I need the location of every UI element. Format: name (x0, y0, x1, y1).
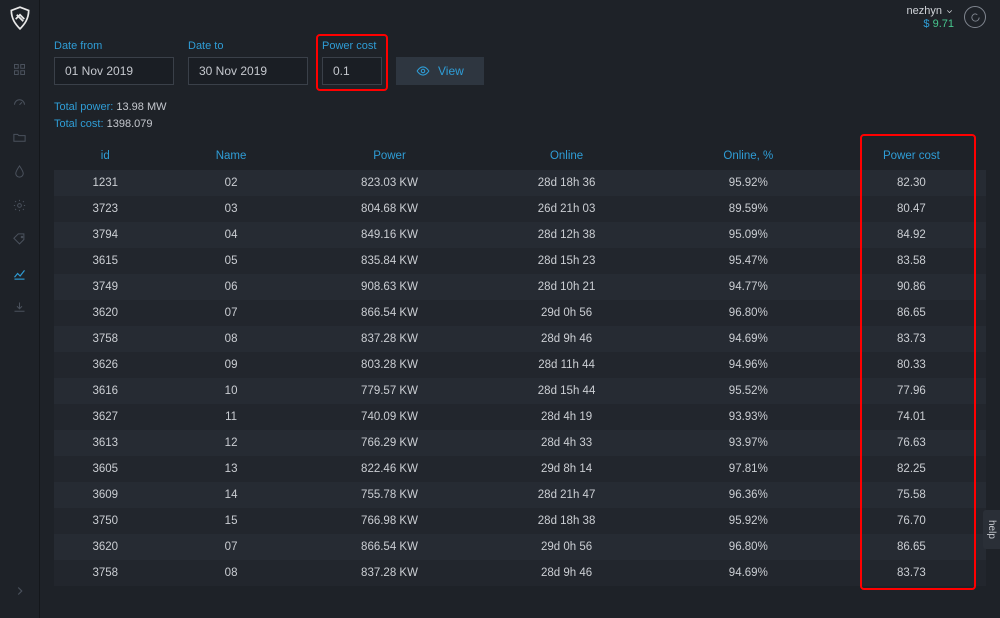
content: Date from Date to Power cost View Total … (40, 34, 1000, 618)
sidebar-item-dashboard[interactable] (0, 52, 40, 86)
col-online-pct[interactable]: Online, % (660, 142, 837, 170)
totals: Total power: 13.98 MW Total cost: 1398.0… (54, 99, 986, 132)
eye-icon (416, 64, 430, 78)
total-power-label: Total power: (54, 101, 113, 113)
total-power-value: 13.98 MW (116, 101, 166, 113)
table-row[interactable]: 362609803.28 KW28d 11h 4494.96%80.33 (54, 352, 986, 378)
report-table-wrap: id Name Power Online Online, % Power cos… (54, 142, 986, 586)
filters-row: Date from Date to Power cost View (54, 40, 986, 85)
table-row[interactable]: 362007866.54 KW29d 0h 5696.80%86.65 (54, 300, 986, 326)
table-row[interactable]: 375808837.28 KW28d 9h 4694.69%83.73 (54, 560, 986, 586)
power-cost-label: Power cost (322, 40, 382, 52)
table-row[interactable]: 360513822.46 KW29d 8h 1497.81%82.25 (54, 456, 986, 482)
col-name[interactable]: Name (157, 142, 306, 170)
power-cost-input[interactable] (322, 57, 382, 85)
col-id[interactable]: id (54, 142, 157, 170)
date-to-label: Date to (188, 40, 308, 52)
col-power-cost[interactable]: Power cost (837, 142, 986, 170)
header: nezhyn $ 9.71 (40, 0, 1000, 34)
table-row[interactable]: 123102823.03 KW28d 18h 3695.92%82.30 (54, 170, 986, 196)
help-tab[interactable]: help (983, 510, 1000, 549)
sidebar-item-tag[interactable] (0, 222, 40, 256)
date-from-label: Date from (54, 40, 174, 52)
table-row[interactable]: 379404849.16 KW28d 12h 3895.09%84.92 (54, 222, 986, 248)
table-row[interactable]: 361505835.84 KW28d 15h 2395.47%83.58 (54, 248, 986, 274)
sidebar-item-settings[interactable] (0, 188, 40, 222)
table-row[interactable]: 361610779.57 KW28d 15h 4495.52%77.96 (54, 378, 986, 404)
table-row[interactable]: 375015766.98 KW28d 18h 3895.92%76.70 (54, 508, 986, 534)
chevron-down-icon (945, 7, 954, 16)
table-row[interactable]: 372303804.68 KW26d 21h 0389.59%80.47 (54, 196, 986, 222)
table-row[interactable]: 374906908.63 KW28d 10h 2194.77%90.86 (54, 274, 986, 300)
table-row[interactable]: 362711740.09 KW28d 4h 1993.93%74.01 (54, 404, 986, 430)
table-row[interactable]: 375808837.28 KW28d 9h 4694.69%83.73 (54, 326, 986, 352)
power-cost-field: Power cost (322, 40, 382, 85)
table-body: 123102823.03 KW28d 18h 3695.92%82.303723… (54, 170, 986, 586)
sidebar-item-folder[interactable] (0, 120, 40, 154)
col-power[interactable]: Power (306, 142, 474, 170)
table-row[interactable]: 361312766.29 KW28d 4h 3393.97%76.63 (54, 430, 986, 456)
header-action-icon[interactable] (964, 6, 986, 28)
user-menu[interactable]: nezhyn $ 9.71 (907, 4, 954, 29)
report-table: id Name Power Online Online, % Power cos… (54, 142, 986, 586)
total-cost-label: Total cost: (54, 118, 104, 130)
col-online[interactable]: Online (473, 142, 659, 170)
table-row[interactable]: 360914755.78 KW28d 21h 4796.36%75.58 (54, 482, 986, 508)
user-name-label: nezhyn (907, 5, 942, 17)
date-from-field: Date from (54, 40, 174, 85)
total-cost-value: 1398.079 (107, 118, 153, 130)
sidebar-item-drop[interactable] (0, 154, 40, 188)
table-row[interactable]: 362007866.54 KW29d 0h 5696.80%86.65 (54, 534, 986, 560)
date-to-input[interactable] (188, 57, 308, 85)
user-balance: $ 9.71 (907, 18, 954, 30)
app-logo (6, 4, 34, 32)
sidebar-expand[interactable] (0, 576, 40, 606)
date-from-input[interactable] (54, 57, 174, 85)
date-to-field: Date to (188, 40, 308, 85)
sidebar (0, 0, 40, 618)
view-button-label: View (438, 64, 464, 78)
sidebar-item-download[interactable] (0, 290, 40, 324)
sidebar-item-gauge[interactable] (0, 86, 40, 120)
view-button[interactable]: View (396, 57, 484, 85)
sidebar-item-reports[interactable] (0, 256, 40, 290)
